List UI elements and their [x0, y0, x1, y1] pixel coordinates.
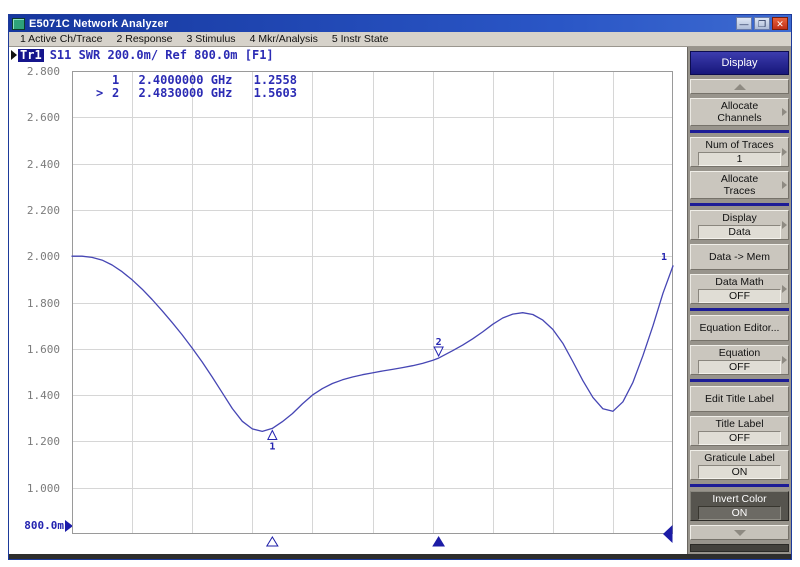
softkey-label: Allocate — [721, 173, 758, 185]
menu-response[interactable]: 2 Response — [109, 33, 179, 45]
softkey-label: Traces — [724, 185, 756, 197]
chevron-up-icon — [734, 84, 746, 90]
softkey-value: 1 — [698, 152, 781, 166]
maximize-button[interactable]: ❒ — [754, 17, 770, 30]
trace-selector[interactable]: Tr1 — [18, 49, 44, 62]
minimize-button[interactable]: — — [736, 17, 752, 30]
softkey-scroll-down-button[interactable] — [690, 525, 789, 540]
softkey-value: Data — [698, 225, 781, 239]
marker-readout: 1 2.4000000 GHz 1.2558 > 2 2.4830000 GHz… — [96, 74, 297, 100]
softkey-display[interactable]: Display Data — [690, 210, 789, 240]
submenu-arrow-icon — [782, 285, 787, 293]
graticule-area[interactable]: 1 2 1 — [72, 71, 673, 549]
marker-number: 2 — [111, 87, 119, 100]
softkey-scroll-up-button[interactable] — [690, 79, 789, 94]
menu-bar: 1 Active Ch/Trace 2 Response 3 Stimulus … — [9, 32, 791, 47]
menu-mkr-analysis[interactable]: 4 Mkr/Analysis — [243, 33, 325, 45]
analyzer-window: E5071C Network Analyzer — ❒ ✕ 1 Active C… — [8, 14, 792, 560]
softkey-label: Data -> Mem — [709, 251, 770, 263]
submenu-arrow-icon — [782, 356, 787, 364]
menu-active-ch-trace[interactable]: 1 Active Ch/Trace — [13, 33, 109, 45]
marker-active-indicator: > — [96, 87, 104, 100]
reference-level-row: 800.0m — [9, 519, 73, 532]
softkey-separator — [690, 484, 789, 487]
softkey-title-label[interactable]: Title Label OFF — [690, 416, 789, 446]
chevron-down-icon — [734, 530, 746, 536]
app-icon — [12, 18, 25, 30]
svg-text:2: 2 — [436, 337, 442, 348]
softkey-label: Channels — [717, 112, 761, 124]
softkey-value: OFF — [698, 431, 781, 445]
softkey-value: OFF — [698, 289, 781, 303]
softkey-separator — [690, 308, 789, 311]
softkey-allocate-traces[interactable]: Allocate Traces — [690, 171, 789, 199]
softkey-data-to-mem[interactable]: Data -> Mem — [690, 244, 789, 270]
menu-instr-state[interactable]: 5 Instr State — [325, 33, 396, 45]
y-tick-label: 1.000 — [27, 482, 60, 495]
close-button[interactable]: ✕ — [772, 17, 788, 30]
y-tick-label: 1.200 — [27, 435, 60, 448]
softkey-equation[interactable]: Equation OFF — [690, 345, 789, 375]
softkey-label: Edit Title Label — [705, 393, 774, 405]
softkey-equation-editor[interactable]: Equation Editor... — [690, 315, 789, 341]
submenu-arrow-icon — [782, 221, 787, 229]
y-tick-label: 2.400 — [27, 158, 60, 171]
softkey-label: Equation Editor... — [700, 322, 780, 334]
submenu-arrow-icon — [782, 181, 787, 189]
softkey-label: Invert Color — [712, 493, 766, 505]
window-bottom-frame — [9, 554, 791, 560]
softkey-separator — [690, 379, 789, 382]
submenu-arrow-icon — [782, 108, 787, 116]
softkey-label: Title Label — [715, 418, 763, 430]
softkey-label: Display — [722, 212, 756, 224]
graticule-svg: 1 2 1 — [72, 71, 673, 549]
softkey-value: ON — [698, 506, 781, 520]
softkey-label: Equation — [719, 347, 760, 359]
marker-value: 1.5603 — [254, 87, 297, 100]
menu-stimulus[interactable]: 3 Stimulus — [180, 33, 243, 45]
softkey-label: Allocate — [721, 100, 758, 112]
softkey-label: Data Math — [715, 276, 763, 288]
page: { "window": { "title": "E5071C Network A… — [0, 0, 800, 567]
window-title: E5071C Network Analyzer — [29, 18, 736, 30]
softkey-separator — [690, 203, 789, 206]
softkey-label: Num of Traces — [705, 139, 773, 151]
marker-readout-row-2: > 2 2.4830000 GHz 1.5603 — [96, 87, 297, 100]
y-tick-label: 1.800 — [27, 297, 60, 310]
sidebar-empty-area — [690, 544, 789, 552]
softkey-allocate-channels[interactable]: Allocate Channels — [690, 98, 789, 126]
submenu-arrow-icon — [782, 148, 787, 156]
softkey-menu-header: Display — [690, 51, 789, 75]
trace-status-bar: Tr1 S11 SWR 200.0m/ Ref 800.0m [F1] — [11, 48, 274, 62]
y-tick-label: 2.600 — [27, 111, 60, 124]
marker-frequency: 2.4830000 GHz — [138, 87, 232, 100]
y-tick-label: 1.400 — [27, 389, 60, 402]
reference-level-label: 800.0m — [24, 519, 64, 532]
y-tick-label: 2.000 — [27, 250, 60, 263]
softkey-graticule-label[interactable]: Graticule Label ON — [690, 450, 789, 480]
svg-text:1: 1 — [661, 252, 667, 263]
softkey-num-of-traces[interactable]: Num of Traces 1 — [690, 137, 789, 167]
softkey-data-math[interactable]: Data Math OFF — [690, 274, 789, 304]
y-tick-label: 1.600 — [27, 343, 60, 356]
softkey-sidebar: Display Allocate Channels Num of Traces … — [687, 47, 791, 554]
softkey-value: ON — [698, 465, 781, 479]
svg-text:1: 1 — [269, 441, 275, 452]
active-trace-arrow-icon — [11, 50, 17, 60]
softkey-invert-color[interactable]: Invert Color ON — [690, 491, 789, 521]
y-axis-labels: 2.8002.6002.4002.2002.0001.8001.6001.400… — [9, 71, 64, 534]
softkey-edit-title-label[interactable]: Edit Title Label — [690, 386, 789, 412]
y-tick-label: 2.200 — [27, 204, 60, 217]
trace-format-readout: S11 SWR 200.0m/ Ref 800.0m [F1] — [50, 48, 274, 62]
y-tick-label: 2.800 — [27, 65, 60, 78]
softkey-value: OFF — [698, 360, 781, 374]
softkey-separator — [690, 130, 789, 133]
softkey-label: Graticule Label — [704, 452, 775, 464]
title-bar: E5071C Network Analyzer — ❒ ✕ — [9, 15, 791, 32]
instrument-screen: Tr1 S11 SWR 200.0m/ Ref 800.0m [F1] 2.80… — [9, 47, 687, 541]
